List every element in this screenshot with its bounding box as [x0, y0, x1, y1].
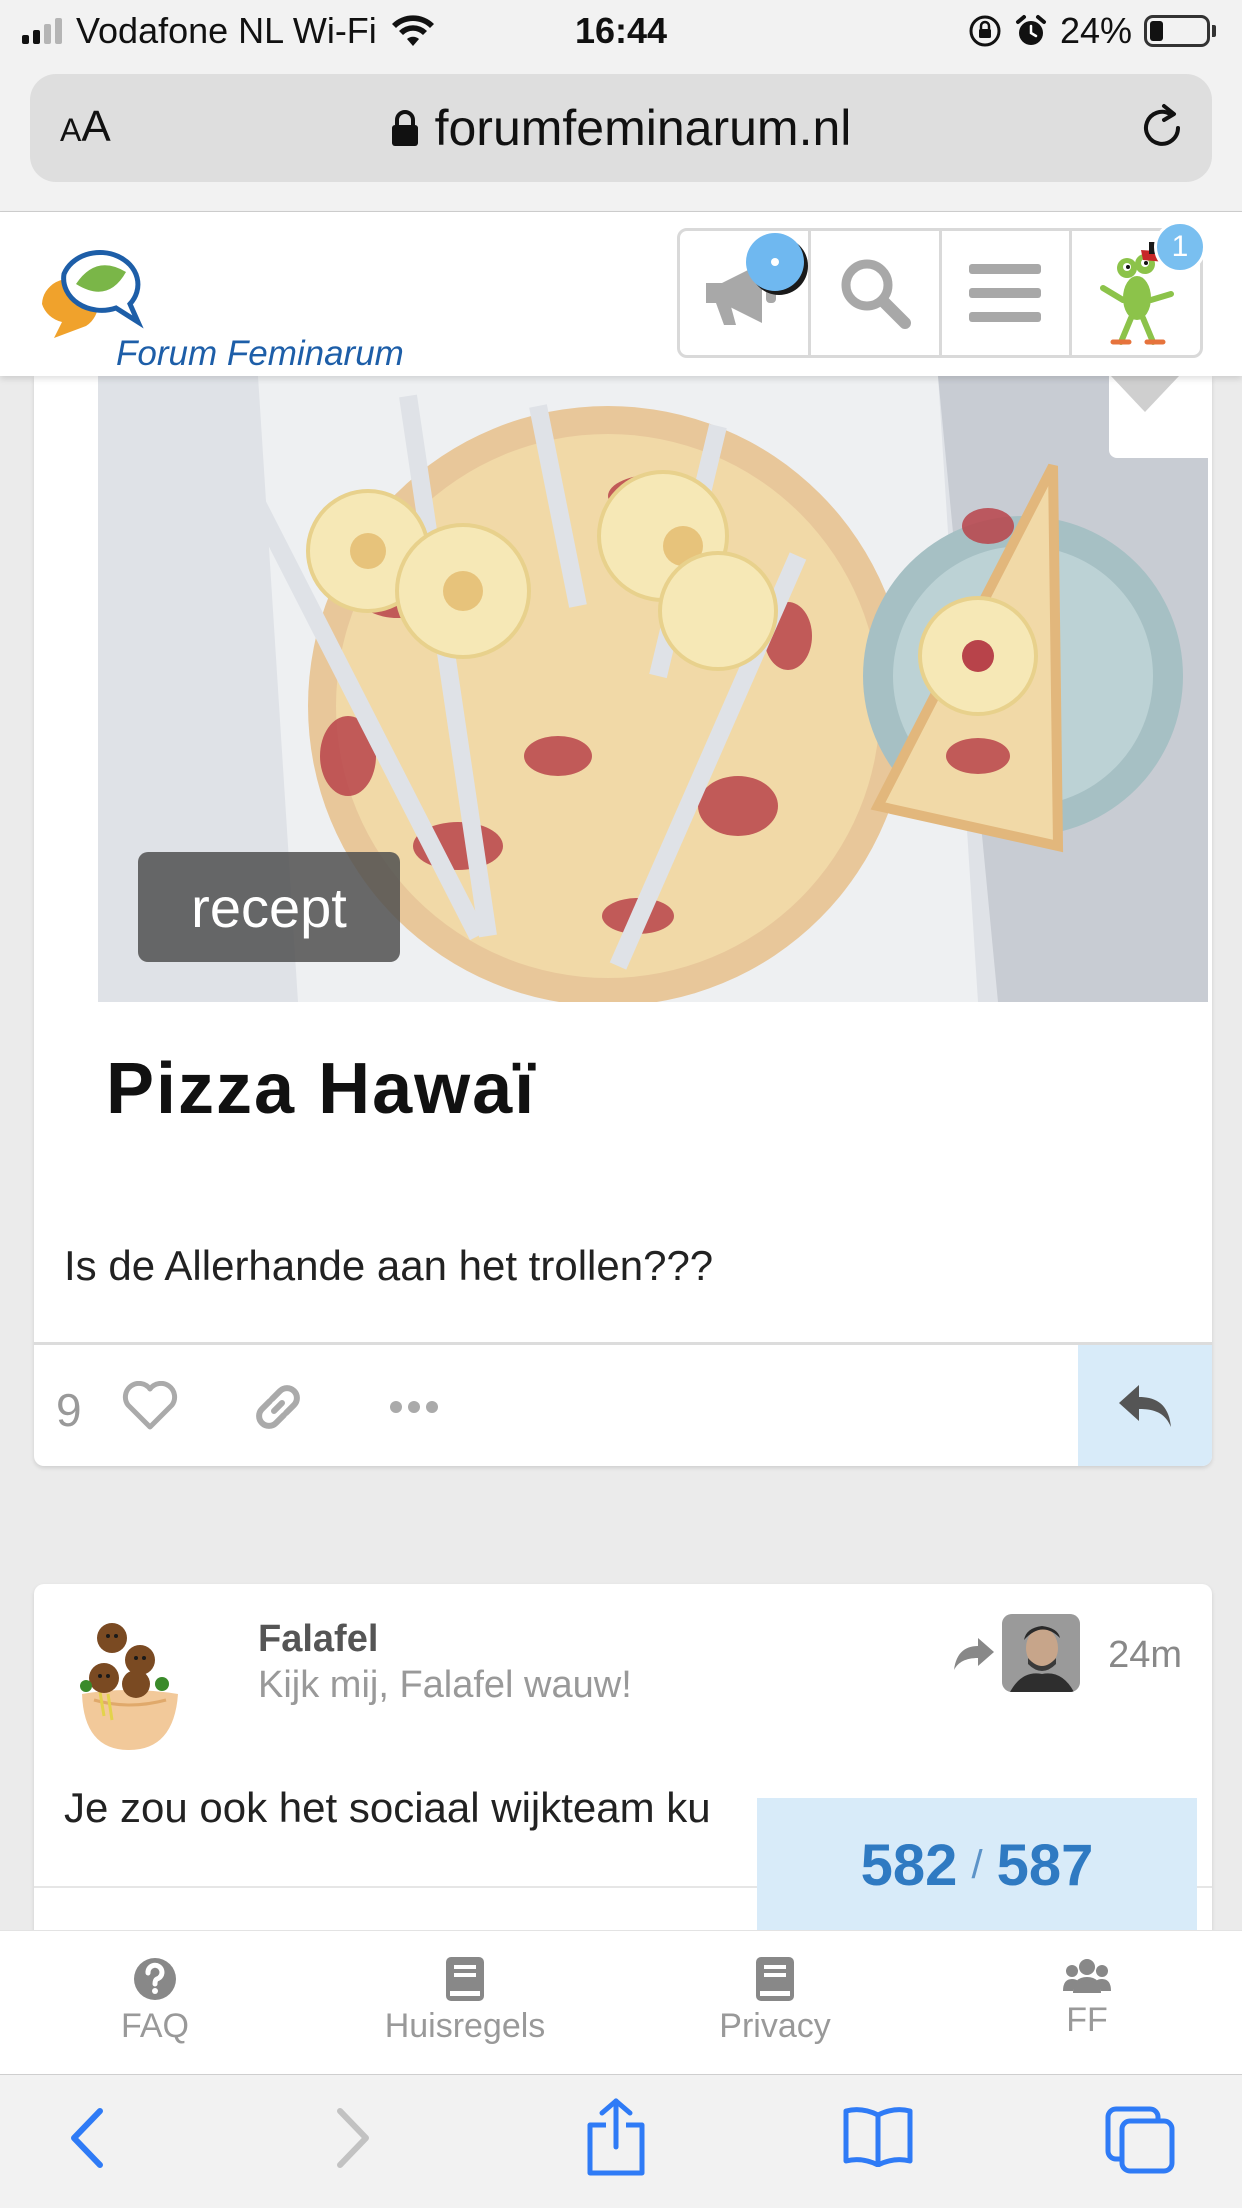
logo-bubbles-icon — [42, 249, 144, 338]
browser-url-area: AA forumfeminarum.nl — [0, 62, 1242, 212]
footer-item-faq[interactable]: FAQ — [25, 1957, 285, 2046]
battery-percent: 24% — [1059, 10, 1132, 51]
url-display[interactable]: forumfeminarum.nl — [391, 99, 852, 157]
text-size-button[interactable]: AA — [60, 102, 111, 152]
status-time: 16:44 — [574, 10, 668, 51]
browser-toolbar — [0, 2074, 1242, 2208]
notification-dot — [746, 233, 804, 291]
reply-arrow-icon — [1119, 1384, 1171, 1427]
alarm-icon — [1015, 15, 1046, 45]
signal-icon — [22, 18, 62, 44]
status-right: 24% — [968, 10, 1216, 52]
reply-to-avatar[interactable] — [1002, 1614, 1080, 1692]
footer-label: FF — [1066, 2001, 1108, 2039]
footer-item-ff[interactable]: FF — [957, 1957, 1217, 2040]
reply-button[interactable] — [1078, 1345, 1212, 1466]
search-button[interactable] — [811, 231, 942, 355]
onebox-favorite-tab[interactable] — [1109, 376, 1208, 458]
orientation-lock-icon — [969, 15, 1001, 47]
heart-outline-icon[interactable] — [122, 1381, 178, 1431]
question-circle-icon — [134, 1958, 176, 2000]
announcements-button[interactable] — [680, 231, 811, 355]
header-icons: 1 — [677, 221, 1206, 358]
footer-item-huisregels[interactable]: Huisregels — [335, 1957, 595, 2046]
footer-item-privacy[interactable]: Privacy — [645, 1957, 905, 2046]
user-notification-badge: 1 — [1154, 221, 1206, 273]
post-body: Is de Allerhande aan het trollen??? — [64, 1242, 714, 1289]
image-badge: recept — [138, 852, 400, 962]
logo-text: Forum Feminarum — [116, 334, 404, 373]
user-menu-button[interactable]: 1 — [1072, 221, 1206, 355]
forward-icon[interactable] — [330, 2103, 374, 2173]
post-user-title: Kijk mij, Falafel wauw! — [258, 1664, 632, 1706]
post-actions: 9 — [34, 1345, 1212, 1466]
onebox-image[interactable]: recept — [98, 376, 1208, 1002]
tabs-icon[interactable] — [1104, 2105, 1176, 2175]
search-icon — [841, 259, 911, 329]
status-bar: Vodafone NL Wi-Fi 16:44 24% — [0, 0, 1242, 62]
heart-icon — [1111, 376, 1179, 412]
hamburger-icon — [969, 264, 1042, 322]
progress-total: 587 — [996, 1832, 1094, 1898]
forum-header: Forum Feminarum 1 — [0, 212, 1242, 376]
post-time[interactable]: 24m — [1108, 1634, 1182, 1677]
battery-icon — [1144, 15, 1216, 47]
post-card: recept Pizza Hawaï Is de Allerhande aan … — [34, 376, 1212, 1466]
onebox-title[interactable]: Pizza Hawaï — [106, 1048, 536, 1130]
post-username[interactable]: Falafel — [258, 1618, 378, 1661]
progress-current: 582 — [860, 1832, 958, 1898]
reload-icon[interactable] — [1134, 100, 1190, 156]
post-body: Je zou ook het sociaal wijkteam ku — [64, 1784, 711, 1831]
topic-progress[interactable]: 582 / 587 — [757, 1798, 1197, 1932]
site-logo[interactable]: Forum Feminarum — [34, 234, 434, 373]
footer-label: FAQ — [120, 2007, 190, 2045]
share-icon[interactable] — [584, 2097, 648, 2177]
link-icon[interactable] — [250, 1379, 306, 1435]
url-text: forumfeminarum.nl — [434, 100, 852, 156]
bookmarks-icon[interactable] — [842, 2105, 914, 2167]
book-icon — [446, 1957, 484, 2001]
progress-separator: / — [971, 1842, 983, 1887]
users-icon — [1063, 1959, 1111, 1993]
back-icon[interactable] — [66, 2103, 110, 2173]
carrier-label: Vodafone NL Wi-Fi — [76, 10, 377, 51]
footer-label: Privacy — [719, 2007, 831, 2045]
more-options-icon[interactable] — [388, 1399, 440, 1415]
falafel-avatar[interactable] — [74, 1620, 184, 1750]
book-icon — [756, 1957, 794, 2001]
like-count[interactable]: 9 — [56, 1383, 82, 1437]
wifi-icon — [391, 15, 434, 46]
menu-button[interactable] — [942, 231, 1073, 355]
footer-label: Huisregels — [384, 2007, 546, 2045]
status-left: Vodafone NL Wi-Fi — [22, 10, 435, 52]
lock-icon — [391, 110, 418, 146]
address-bar[interactable]: AA forumfeminarum.nl — [30, 74, 1212, 182]
reply-to-arrow-icon[interactable] — [952, 1636, 996, 1672]
footer-nav: FAQ Huisregels Privacy FF — [0, 1930, 1242, 2074]
man-portrait-icon — [1002, 1614, 1080, 1692]
